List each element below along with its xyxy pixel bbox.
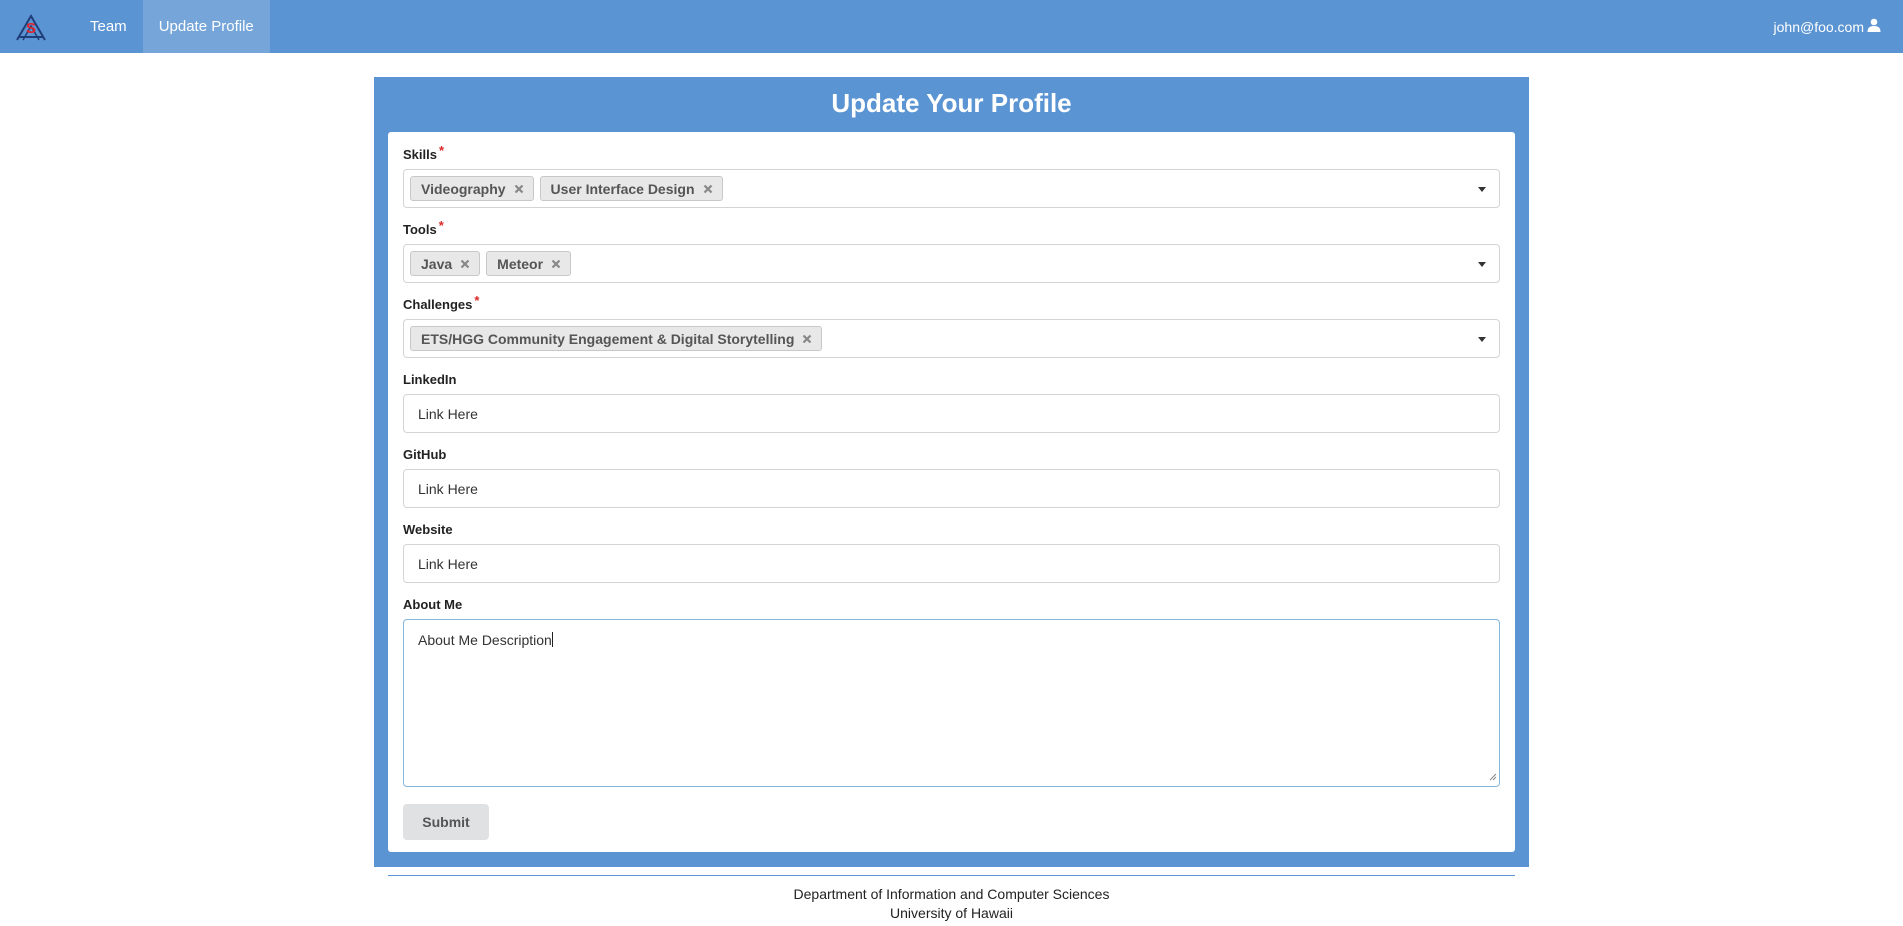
dropdown-caret-icon[interactable] [1478,262,1486,267]
about-field: About Me About Me Description [403,596,1500,787]
linkedin-field: LinkedIn Link Here [403,371,1500,433]
github-field: GitHub Link Here [403,446,1500,508]
tools-multiselect[interactable]: Java Meteor [403,244,1500,283]
svg-text:S: S [26,20,36,37]
footer-department: Department of Information and Computer S… [793,886,1110,902]
challenge-chip: ETS/HGG Community Engagement & Digital S… [410,326,823,351]
chip-label: Videography [421,180,506,197]
challenges-multiselect[interactable]: ETS/HGG Community Engagement & Digital S… [403,319,1500,358]
remove-chip-icon[interactable] [703,184,713,194]
dropdown-caret-icon[interactable] [1478,337,1486,342]
chip-label: Java [421,255,453,272]
footer: Department of Information and Computer S… [374,885,1529,923]
nav-update-profile-label: Update Profile [158,18,254,35]
footer-divider [388,875,1515,876]
user-icon [1864,18,1881,35]
skill-chip: User Interface Design [539,176,723,201]
about-text: About Me Description [418,632,552,648]
remove-chip-icon[interactable] [514,184,524,194]
user-menu[interactable]: john@foo.com [1774,0,1903,53]
challenges-field: Challenges * ETS/HGG Community Engagement… [403,293,1500,358]
nav-update-profile-link[interactable]: Update Profile [142,0,270,53]
chip-label: ETS/HGG Community Engagement & Digital S… [421,330,795,347]
remove-chip-icon[interactable] [802,334,812,344]
website-input[interactable]: Link Here [403,544,1500,583]
website-field: Website Link Here [403,521,1500,583]
page-title: Update Your Profile [831,88,1072,118]
profile-card: Update Your Profile Skills * Videography … [374,77,1529,867]
about-textarea[interactable]: About Me Description [403,619,1500,787]
remove-chip-icon[interactable] [460,259,470,269]
user-email: john@foo.com [1773,18,1864,35]
hackathon-logo-icon[interactable]: S [0,0,62,53]
text-cursor [551,632,553,647]
nav-team-label: Team [90,18,127,35]
github-input[interactable]: Link Here [403,469,1500,508]
required-marker: * [474,293,480,308]
resize-handle-icon[interactable] [1488,768,1497,784]
skill-chip: Videography [410,176,534,201]
required-marker: * [438,218,444,233]
required-marker: * [438,143,445,158]
remove-chip-icon[interactable] [551,259,561,269]
dropdown-caret-icon[interactable] [1478,187,1486,192]
about-label: About Me [403,597,463,612]
chip-label: Meteor [497,255,544,272]
tool-chip: Meteor [486,251,572,276]
submit-button[interactable]: Submit [403,804,489,840]
top-navbar: S Team Update Profile john@foo.com [0,0,1903,53]
linkedin-label: LinkedIn [403,372,457,387]
footer-university: University of Hawaii [890,905,1013,921]
tools-field: Tools * Java Meteor [403,218,1500,283]
tools-label: Tools [403,222,437,237]
challenges-label: Challenges [403,297,473,312]
linkedin-input[interactable]: Link Here [403,394,1500,433]
profile-form: Skills * Videography User Interface Desig… [388,132,1515,852]
skills-field: Skills * Videography User Interface Desig… [403,143,1500,208]
chip-label: User Interface Design [550,180,695,197]
nav-team-link[interactable]: Team [74,0,143,53]
github-label: GitHub [403,447,447,462]
skills-multiselect[interactable]: Videography User Interface Design [403,169,1500,208]
website-label: Website [403,522,453,537]
tool-chip: Java [410,251,481,276]
skills-label: Skills [403,147,437,162]
